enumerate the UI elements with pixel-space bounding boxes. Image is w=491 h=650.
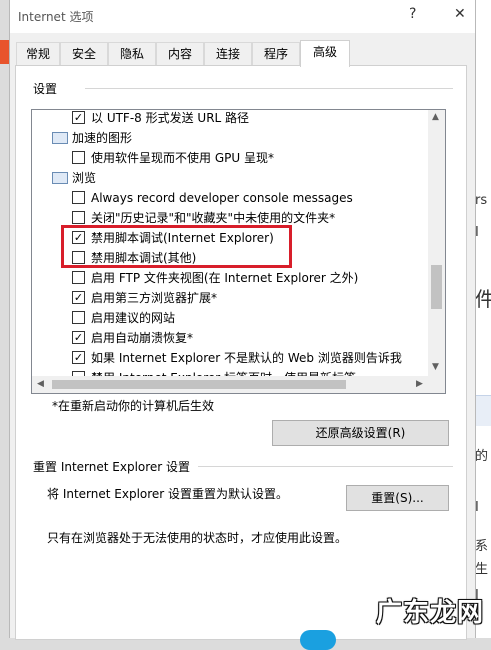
checkbox-checked[interactable]: ✓: [72, 331, 85, 344]
settings-group-label: 设置: [33, 82, 58, 96]
restore-advanced-settings-button[interactable]: 还原高级设置(R): [272, 420, 449, 446]
reset-button[interactable]: 重置(S)...: [346, 485, 449, 511]
setting-label: Always record developer console messages: [91, 191, 353, 205]
decorative-circle: [300, 630, 336, 650]
scrollbar-corner: [428, 376, 445, 393]
tab-privacy[interactable]: 隐私: [108, 42, 156, 65]
checkbox-checked[interactable]: ✓: [72, 351, 85, 364]
highlight-box: [61, 225, 292, 268]
background-text: 件: [475, 287, 491, 311]
tab-security[interactable]: 安全: [60, 42, 108, 65]
setting-label: 启用 FTP 文件夹视图(在 Internet Explorer 之外): [91, 271, 359, 285]
window-title: Internet 选项: [18, 10, 94, 24]
background-text: 的: [475, 449, 489, 464]
checkbox-unchecked[interactable]: [72, 191, 85, 204]
tab-connections[interactable]: 连接: [204, 42, 252, 65]
reset-description: 将 Internet Explorer 设置重置为默认设置。: [47, 487, 289, 501]
scroll-up-icon[interactable]: ▲: [432, 112, 439, 122]
vertical-scrollbar[interactable]: ▲ ▼: [428, 110, 445, 376]
background-text: rs: [475, 193, 488, 208]
tab-programs[interactable]: 程序: [252, 42, 300, 65]
horizontal-scrollbar[interactable]: ◀ ▶: [32, 376, 428, 393]
scroll-left-icon[interactable]: ◀: [37, 379, 44, 389]
group-label: 加速的图形: [72, 131, 133, 145]
scroll-right-icon[interactable]: ▶: [416, 379, 423, 389]
setting-label: 启用自动崩溃恢复*: [91, 331, 194, 345]
title-bar: Internet 选项 ? ✕: [10, 0, 475, 33]
setting-label: 以 UTF-8 形式发送 URL 路径: [91, 111, 250, 125]
checkbox-unchecked[interactable]: [72, 151, 85, 164]
tab-advanced[interactable]: 高级: [300, 40, 350, 67]
checkbox-unchecked[interactable]: [72, 311, 85, 324]
background-text: 系: [475, 539, 489, 554]
setting-label: 如果 Internet Explorer 不是默认的 Web 浏览器则告诉我: [91, 351, 402, 365]
checkbox-checked[interactable]: ✓: [72, 291, 85, 304]
checkbox-unchecked[interactable]: [72, 271, 85, 284]
setting-label: 启用第三方浏览器扩展*: [91, 291, 218, 305]
group-label: 浏览: [72, 171, 97, 185]
scroll-down-icon[interactable]: ▼: [432, 362, 439, 372]
close-button[interactable]: ✕: [454, 6, 466, 22]
reset-group-label: 重置 Internet Explorer 设置: [33, 460, 191, 474]
tab-content[interactable]: 内容: [156, 42, 204, 65]
tab-general[interactable]: 常规: [16, 42, 60, 65]
watermark: 广东龙网: [376, 598, 485, 628]
background-text: 生: [475, 562, 489, 577]
reset-divider: [198, 466, 453, 467]
checkbox-checked[interactable]: ✓: [72, 111, 85, 124]
help-button[interactable]: ?: [409, 6, 416, 22]
checkbox-unchecked[interactable]: [72, 211, 85, 224]
setting-label: 使用软件呈现而不使用 GPU 呈现*: [91, 151, 274, 165]
restart-note: *在重新启动你的计算机后生效: [52, 399, 215, 413]
vertical-scroll-thumb[interactable]: [431, 265, 442, 309]
setting-label: 启用建议的网站: [91, 311, 176, 325]
settings-divider: [85, 88, 453, 89]
reset-warning: 只有在浏览器处于无法使用的状态时，才应使用此设置。: [47, 531, 348, 545]
horizontal-scroll-thumb[interactable]: [52, 380, 346, 389]
folder-icon: [52, 132, 68, 144]
folder-icon: [52, 172, 68, 184]
